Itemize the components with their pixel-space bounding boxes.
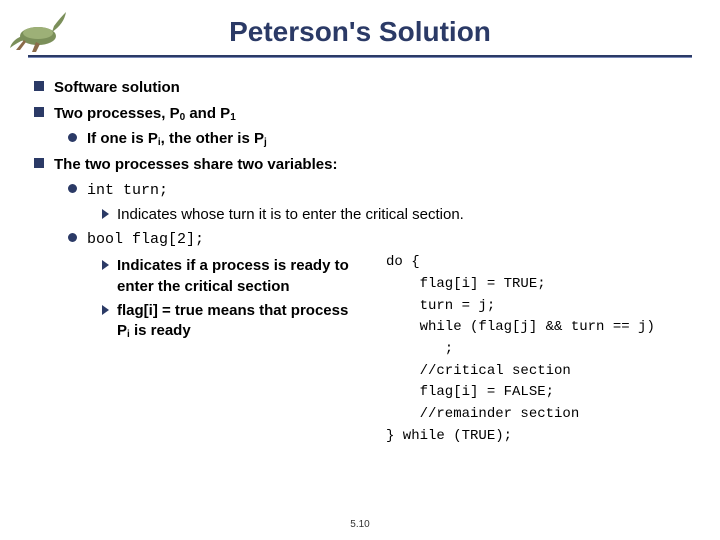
page-number: 5.10 [0, 519, 720, 530]
subbullet-bool-flag: bool flag[2]; [68, 229, 694, 250]
left-column: Indicates if a process is ready to enter… [102, 252, 362, 447]
bullet-text: and P [185, 105, 230, 122]
subsub-indicates-ready: Indicates if a process is ready to enter… [102, 256, 362, 297]
two-column-area: Indicates if a process is ready to enter… [102, 252, 694, 447]
bullet-text: Indicates whose turn it is to enter the … [117, 206, 464, 223]
square-bullet-icon [34, 158, 44, 168]
arrow-bullet-icon [102, 305, 109, 315]
bullet-text: Software solution [54, 79, 180, 96]
subbullet-int-turn: int turn; [68, 180, 694, 201]
subbullet-if-one: If one is Pi, the other is Pj [68, 129, 694, 150]
arrow-bullet-icon [102, 260, 109, 270]
subsub-flag-true: flag[i] = true means that process Pi is … [102, 301, 362, 342]
dot-bullet-icon [68, 233, 77, 242]
bullet-share-vars: The two processes share two variables: [34, 155, 694, 175]
subsub-indicates-turn: Indicates whose turn it is to enter the … [102, 205, 694, 225]
code-text: int turn; [87, 182, 168, 199]
bullet-text: Two processes, P [54, 105, 180, 122]
bullet-two-processes: Two processes, P0 and P1 [34, 104, 694, 125]
bullet-text: The two processes share two variables: [54, 156, 337, 173]
bullet-text: If one is P [87, 130, 158, 147]
slide-body: Software solution Two processes, P0 and … [34, 72, 694, 447]
slide-title: Peterson's Solution [0, 16, 720, 48]
square-bullet-icon [34, 81, 44, 91]
bullet-text: Indicates if a process is ready to enter… [117, 257, 349, 294]
subscript: j [264, 137, 267, 148]
bullet-software: Software solution [34, 78, 694, 98]
code-text: bool flag[2]; [87, 231, 204, 248]
bullet-text: , the other is P [161, 130, 264, 147]
arrow-bullet-icon [102, 209, 109, 219]
bullet-text: is ready [130, 322, 191, 339]
square-bullet-icon [34, 107, 44, 117]
dot-bullet-icon [68, 133, 77, 142]
subscript: 1 [230, 112, 236, 123]
dot-bullet-icon [68, 184, 77, 193]
title-underline [28, 55, 692, 58]
code-block: do { flag[i] = TRUE; turn = j; while (fl… [386, 252, 655, 447]
